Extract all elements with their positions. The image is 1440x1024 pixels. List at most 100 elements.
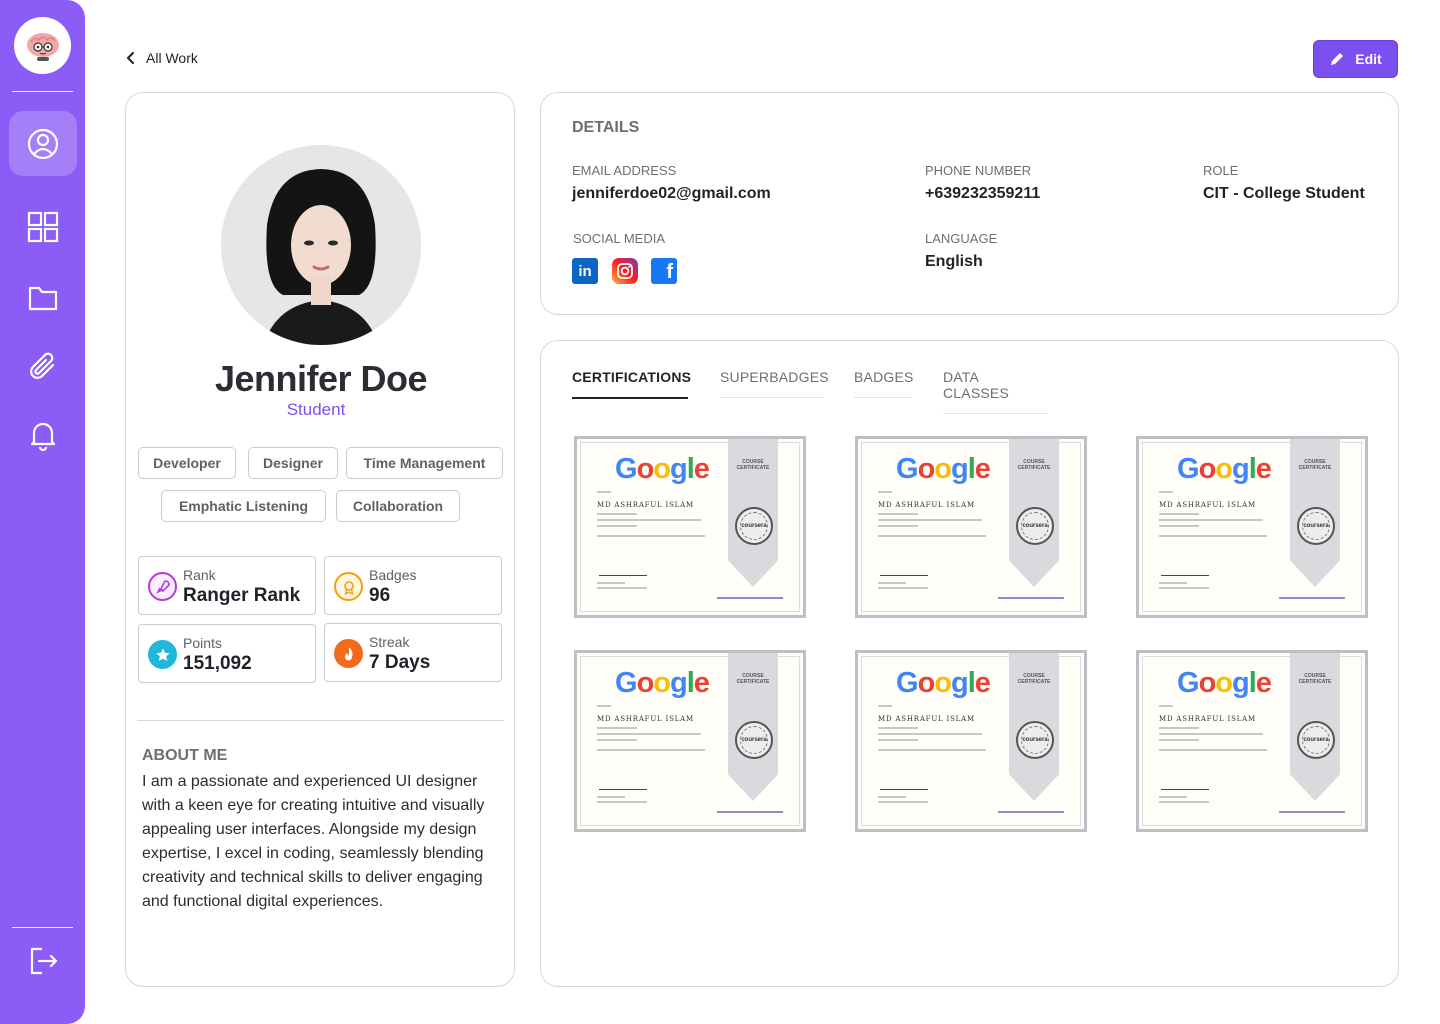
- certificate-text-line: [597, 587, 647, 589]
- coursera-seal: coursera: [1297, 507, 1335, 545]
- language-value: English: [925, 253, 983, 270]
- nav-item-profile[interactable]: [9, 111, 77, 176]
- google-logo: Google: [615, 667, 710, 699]
- certificate-thumbnail[interactable]: Google COURSE CERTIFICATE coursera MD ASHRA…: [1136, 436, 1368, 618]
- role-label: ROLE: [1203, 163, 1239, 178]
- certificate-recipient: MD ASHRAFUL ISLAM: [878, 501, 975, 509]
- certificate-text-line: [597, 733, 701, 735]
- certificate-verify-link: [998, 597, 1064, 599]
- stat-streak-label: Streak: [369, 634, 410, 650]
- certificate-recipient: MD ASHRAFUL ISLAM: [597, 501, 694, 509]
- certificate-thumbnail[interactable]: Google COURSE CERTIFICATE coursera MD ASHRA…: [1136, 650, 1368, 832]
- instagram-icon[interactable]: [612, 258, 638, 284]
- brain-mascot-icon: [26, 32, 59, 61]
- certificate-text-line: [878, 491, 892, 493]
- certificate-ribbon-text: COURSE CERTIFICATE: [1017, 673, 1051, 685]
- certifications-card: CERTIFICATIONS SUPERBADGES BADGES DATA C…: [540, 340, 1399, 987]
- flame-icon: [334, 639, 363, 668]
- certificate-verify-link: [717, 597, 783, 599]
- certificate-ribbon-text: COURSE CERTIFICATE: [1298, 673, 1332, 685]
- certificate-text-line: [878, 801, 928, 803]
- certificate-signature: [1161, 567, 1209, 576]
- logout-button[interactable]: [9, 928, 77, 993]
- certificate-text-line: [1159, 733, 1263, 735]
- details-title: DETAILS: [572, 119, 640, 136]
- stat-points-label: Points: [183, 635, 222, 651]
- google-logo: Google: [896, 453, 991, 485]
- certificate-thumbnail[interactable]: Google COURSE CERTIFICATE coursera MD ASHRA…: [574, 436, 806, 618]
- about-title: ABOUT ME: [142, 747, 228, 764]
- certificate-text-line: [878, 535, 986, 537]
- certificate-thumbnail[interactable]: Google COURSE CERTIFICATE coursera MD ASHRA…: [855, 650, 1087, 832]
- sidebar: [0, 0, 85, 1024]
- certificate-text-line: [878, 705, 892, 707]
- certificate-text-line: [597, 535, 705, 537]
- certificate-text-line: [878, 519, 982, 521]
- certificate-text-line: [597, 801, 647, 803]
- grid-icon: [27, 211, 59, 242]
- linkedin-icon[interactable]: in: [572, 258, 598, 284]
- certificate-text-line: [1159, 535, 1267, 537]
- tab-data-classes[interactable]: DATA CLASSES: [943, 369, 1047, 414]
- coursera-seal: coursera: [735, 507, 773, 545]
- skill-chip[interactable]: Time Management: [346, 447, 503, 479]
- stat-points-value: 151,092: [183, 653, 252, 674]
- certificate-recipient: MD ASHRAFUL ISLAM: [878, 715, 975, 723]
- tab-badges[interactable]: BADGES: [854, 369, 913, 398]
- certificate-thumbnail[interactable]: Google COURSE CERTIFICATE coursera MD ASHRA…: [574, 650, 806, 832]
- coursera-seal: coursera: [1016, 721, 1054, 759]
- profile-avatar: [221, 145, 421, 345]
- skill-chip[interactable]: Emphatic Listening: [161, 490, 326, 522]
- certificate-verify-link: [1279, 597, 1345, 599]
- stat-badges-value: 96: [369, 585, 391, 606]
- logout-icon: [30, 947, 58, 974]
- social-label: SOCIAL MEDIA: [573, 231, 665, 246]
- certificate-text-line: [878, 582, 906, 584]
- star-icon: [148, 640, 177, 669]
- tab-superbadges[interactable]: SUPERBADGES: [720, 369, 829, 398]
- certificate-text-line: [597, 519, 701, 521]
- sidebar-divider-top: [12, 91, 73, 92]
- google-logo: Google: [615, 453, 710, 485]
- rocket-icon: [148, 572, 177, 601]
- phone-label: PHONE NUMBER: [925, 163, 1032, 178]
- certificate-ribbon-text: COURSE CERTIFICATE: [1298, 459, 1332, 471]
- nav-item-dashboard[interactable]: [9, 194, 77, 259]
- stat-points: Points 151,092: [138, 624, 316, 683]
- bell-icon: [30, 422, 56, 451]
- stat-rank-value: Ranger Rank: [183, 585, 301, 606]
- facebook-icon[interactable]: f: [651, 258, 677, 284]
- email-label: EMAIL ADDRESS: [572, 163, 677, 178]
- paperclip-icon: [30, 352, 55, 379]
- certificate-text-line: [1159, 525, 1199, 527]
- profile-divider: [137, 720, 504, 721]
- edit-button[interactable]: Edit: [1313, 40, 1398, 78]
- skill-chip[interactable]: Collaboration: [336, 490, 460, 522]
- back-link[interactable]: All Work: [125, 48, 198, 68]
- certificate-recipient: MD ASHRAFUL ISLAM: [1159, 715, 1256, 723]
- certificate-text-line: [878, 525, 918, 527]
- nav-item-notifications[interactable]: [9, 402, 77, 467]
- certificate-thumbnail[interactable]: Google COURSE CERTIFICATE coursera MD ASHRA…: [855, 436, 1087, 618]
- certificate-text-line: [597, 582, 625, 584]
- app-logo[interactable]: [14, 17, 71, 74]
- certificate-text-line: [1159, 727, 1199, 729]
- certificate-signature: [880, 567, 928, 576]
- certificate-ribbon-text: COURSE CERTIFICATE: [736, 673, 770, 685]
- certificate-recipient: MD ASHRAFUL ISLAM: [597, 715, 694, 723]
- certificate-text-line: [1159, 519, 1263, 521]
- pencil-icon: [1331, 53, 1344, 65]
- profile-name: Jennifer Doe: [214, 358, 428, 399]
- skill-chip[interactable]: Developer: [138, 447, 236, 479]
- certificate-text-line: [597, 513, 637, 515]
- tab-certifications[interactable]: CERTIFICATIONS: [572, 369, 691, 399]
- certificate-text-line: [597, 525, 637, 527]
- google-logo: Google: [1177, 453, 1272, 485]
- skill-chip[interactable]: Designer: [248, 447, 338, 479]
- certificate-recipient: MD ASHRAFUL ISLAM: [1159, 501, 1256, 509]
- certificate-text-line: [597, 727, 637, 729]
- nav-item-attachments[interactable]: [9, 334, 77, 399]
- certificate-text-line: [878, 587, 928, 589]
- email-value: jenniferdoe02@gmail.com: [572, 185, 771, 202]
- nav-item-folder[interactable]: [9, 265, 77, 330]
